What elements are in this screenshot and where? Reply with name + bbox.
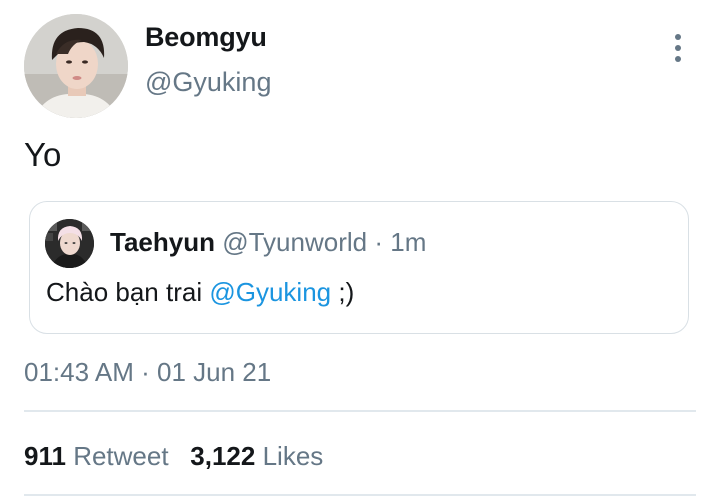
divider bbox=[24, 410, 696, 412]
quoted-header: Taehyun @Tyunworld · 1m bbox=[110, 227, 426, 258]
timestamp-date: 01 Jun 21 bbox=[157, 357, 272, 387]
timestamp-time: 01:43 AM bbox=[24, 357, 134, 387]
retweets-stat[interactable]: 911 Retweet bbox=[24, 441, 176, 471]
author-handle[interactable]: @Gyuking bbox=[145, 67, 271, 98]
retweets-count: 911 bbox=[24, 441, 66, 471]
timestamp-separator: · bbox=[141, 357, 150, 387]
quoted-avatar[interactable] bbox=[45, 219, 94, 268]
tweet-timestamp[interactable]: 01:43 AM · 01 Jun 21 bbox=[24, 357, 271, 388]
quoted-text: Chào bạn trai @Gyuking ;) bbox=[46, 277, 354, 308]
avatar[interactable] bbox=[24, 14, 128, 118]
quoted-handle[interactable]: @Tyunworld bbox=[222, 227, 367, 257]
quoted-text-body: Chào bạn trai bbox=[46, 277, 203, 307]
divider bbox=[24, 494, 696, 496]
retweets-label: Retweet bbox=[73, 441, 169, 471]
tweet-text: Yo bbox=[24, 136, 62, 173]
likes-label: Likes bbox=[262, 441, 324, 471]
tweet-stats: 911 Retweet 3,122 Likes bbox=[24, 441, 323, 472]
tweet: Beomgyu @Gyuking Yo Taehyun @Tyunworld ·… bbox=[0, 0, 720, 499]
likes-count: 3,122 bbox=[190, 441, 256, 471]
quoted-separator: · bbox=[374, 227, 384, 257]
quoted-display-name[interactable]: Taehyun bbox=[110, 227, 215, 257]
quoted-time[interactable]: 1m bbox=[390, 227, 426, 257]
quoted-tweet-card[interactable]: Taehyun @Tyunworld · 1m Chào bạn trai @G… bbox=[29, 201, 689, 334]
likes-stat[interactable]: 3,122 Likes bbox=[190, 441, 323, 471]
quoted-mention-link[interactable]: @Gyuking bbox=[209, 277, 331, 307]
more-options-button[interactable] bbox=[666, 34, 690, 64]
quoted-text-emoticon: ;) bbox=[338, 277, 355, 307]
author-display-name[interactable]: Beomgyu bbox=[145, 22, 267, 53]
